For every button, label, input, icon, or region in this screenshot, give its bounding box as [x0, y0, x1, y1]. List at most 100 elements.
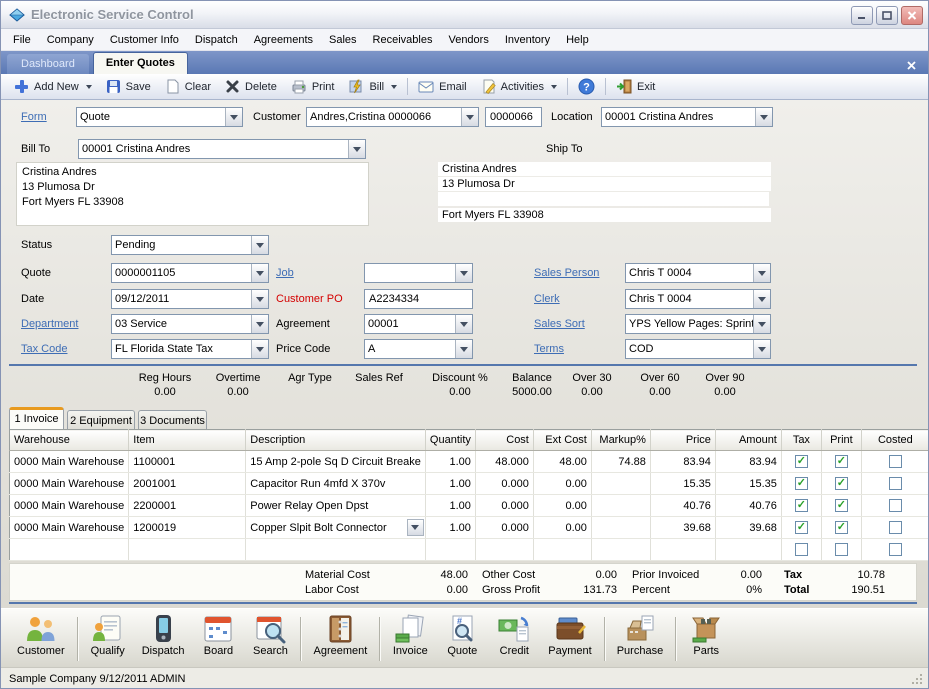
print-checkbox[interactable]: [835, 543, 848, 556]
menu-company[interactable]: Company: [39, 31, 102, 49]
form-link[interactable]: Form: [21, 111, 47, 123]
delete-button[interactable]: Delete: [218, 77, 284, 96]
clerk-select[interactable]: Chris T 0004: [625, 289, 771, 309]
menu-agreements[interactable]: Agreements: [246, 31, 321, 49]
chevron-down-icon[interactable]: [251, 315, 268, 333]
menu-file[interactable]: File: [5, 31, 39, 49]
nav-search-button[interactable]: Search: [244, 613, 296, 658]
job-link[interactable]: Job: [276, 267, 294, 279]
table-row[interactable]: 0000 Main Warehouse 1100001 15 Amp 2-pol…: [10, 451, 929, 473]
tax-checkbox[interactable]: ✓: [795, 477, 808, 490]
terms-link[interactable]: Terms: [534, 343, 564, 355]
nav-dispatch-button[interactable]: Dispatch: [134, 613, 193, 658]
tax-checkbox[interactable]: ✓: [795, 455, 808, 468]
table-row[interactable]: 0000 Main Warehouse 2001001 Capacitor Ru…: [10, 473, 929, 495]
costed-checkbox[interactable]: [889, 543, 902, 556]
agreement-select[interactable]: 00001: [364, 314, 473, 334]
menu-dispatch[interactable]: Dispatch: [187, 31, 246, 49]
chevron-down-icon[interactable]: [251, 236, 268, 254]
save-button[interactable]: Save: [99, 77, 158, 96]
tab-equipment[interactable]: 2 Equipment: [67, 410, 135, 429]
maximize-button[interactable]: [876, 6, 898, 25]
tab-enter-quotes[interactable]: Enter Quotes: [93, 52, 188, 74]
nav-agreement-button[interactable]: Agreement: [305, 613, 375, 658]
tab-documents[interactable]: 3 Documents: [138, 410, 207, 429]
chevron-down-icon[interactable]: [753, 264, 770, 282]
tax-checkbox[interactable]: [795, 543, 808, 556]
nav-credit-button[interactable]: Credit: [488, 613, 540, 658]
menu-receivables[interactable]: Receivables: [365, 31, 441, 49]
chevron-down-icon[interactable]: [251, 264, 268, 282]
table-row[interactable]: 0000 Main Warehouse 2200001 Power Relay …: [10, 495, 929, 517]
terms-select[interactable]: COD: [625, 339, 771, 359]
customer-po-field[interactable]: A2234334: [364, 289, 473, 309]
nav-customer-button[interactable]: Customer: [9, 613, 73, 658]
date-picker[interactable]: 09/12/2011: [111, 289, 269, 309]
minimize-button[interactable]: [851, 6, 873, 25]
department-link[interactable]: Department: [21, 318, 78, 330]
table-row-empty[interactable]: [10, 539, 929, 561]
close-button[interactable]: [901, 6, 923, 25]
print-checkbox[interactable]: ✓: [835, 521, 848, 534]
clear-button[interactable]: Clear: [158, 77, 218, 96]
tax-code-link[interactable]: Tax Code: [21, 343, 67, 355]
tax-checkbox[interactable]: ✓: [795, 499, 808, 512]
chevron-down-icon[interactable]: [455, 340, 472, 358]
location-select[interactable]: 00001 Cristina Andres: [601, 107, 773, 127]
chevron-down-icon[interactable]: [348, 140, 365, 158]
clerk-link[interactable]: Clerk: [534, 293, 560, 305]
email-button[interactable]: Email: [411, 78, 474, 95]
form-type-select[interactable]: Quote: [76, 107, 243, 127]
sales-sort-select[interactable]: YPS Yellow Pages: Sprint: [625, 314, 771, 334]
price-code-select[interactable]: A: [364, 339, 473, 359]
menu-customer-info[interactable]: Customer Info: [102, 31, 187, 49]
chevron-down-icon[interactable]: [455, 264, 472, 282]
print-checkbox[interactable]: ✓: [835, 499, 848, 512]
customer-number-field[interactable]: 0000066: [485, 107, 542, 127]
bill-to-select[interactable]: 00001 Cristina Andres: [78, 139, 366, 159]
nav-invoice-button[interactable]: Invoice: [384, 613, 436, 658]
chevron-down-icon[interactable]: [753, 340, 770, 358]
tax-code-select[interactable]: FL Florida State Tax: [111, 339, 269, 359]
nav-qualify-button[interactable]: Qualify: [82, 613, 134, 658]
costed-checkbox[interactable]: [889, 499, 902, 512]
ship-to-line-3[interactable]: [438, 192, 769, 206]
resize-grip[interactable]: [911, 673, 924, 686]
exit-button[interactable]: Exit: [609, 77, 662, 96]
costed-checkbox[interactable]: [889, 521, 902, 534]
table-row[interactable]: 0000 Main Warehouse 1200019 Copper Slpit…: [10, 517, 929, 539]
ship-to-line-2[interactable]: 13 Plumosa Dr: [438, 177, 771, 191]
menu-inventory[interactable]: Inventory: [497, 31, 558, 49]
customer-select[interactable]: Andres,Cristina 0000066: [306, 107, 479, 127]
chevron-down-icon[interactable]: [455, 315, 472, 333]
menu-help[interactable]: Help: [558, 31, 597, 49]
tax-checkbox[interactable]: ✓: [795, 521, 808, 534]
chevron-down-icon[interactable]: [461, 108, 478, 126]
menu-vendors[interactable]: Vendors: [440, 31, 496, 49]
tab-dashboard[interactable]: Dashboard: [7, 54, 89, 74]
ship-to-line-1[interactable]: Cristina Andres: [438, 162, 771, 176]
tab-invoice[interactable]: 1 Invoice: [9, 407, 64, 429]
print-checkbox[interactable]: ✓: [835, 477, 848, 490]
status-select[interactable]: Pending: [111, 235, 269, 255]
nav-quote-button[interactable]: # Quote: [436, 613, 488, 658]
costed-checkbox[interactable]: [889, 455, 902, 468]
description-dropdown-button[interactable]: [407, 519, 424, 536]
chevron-down-icon[interactable]: [753, 290, 770, 308]
chevron-down-icon[interactable]: [251, 340, 268, 358]
add-new-button[interactable]: Add New: [7, 77, 99, 96]
chevron-down-icon[interactable]: [251, 290, 268, 308]
sales-person-select[interactable]: Chris T 0004: [625, 263, 771, 283]
bill-button[interactable]: Bill: [341, 77, 404, 96]
costed-checkbox[interactable]: [889, 477, 902, 490]
sales-person-link[interactable]: Sales Person: [534, 267, 599, 279]
ship-to-line-4[interactable]: Fort Myers FL 33908: [438, 208, 771, 222]
activities-button[interactable]: Activities: [474, 77, 564, 96]
quote-number-select[interactable]: 0000001105: [111, 263, 269, 283]
print-button[interactable]: Print: [284, 77, 342, 96]
nav-board-button[interactable]: Board: [192, 613, 244, 658]
sales-sort-link[interactable]: Sales Sort: [534, 318, 585, 330]
help-button[interactable]: ?: [571, 76, 602, 97]
nav-parts-button[interactable]: Parts: [680, 613, 732, 658]
menu-sales[interactable]: Sales: [321, 31, 365, 49]
